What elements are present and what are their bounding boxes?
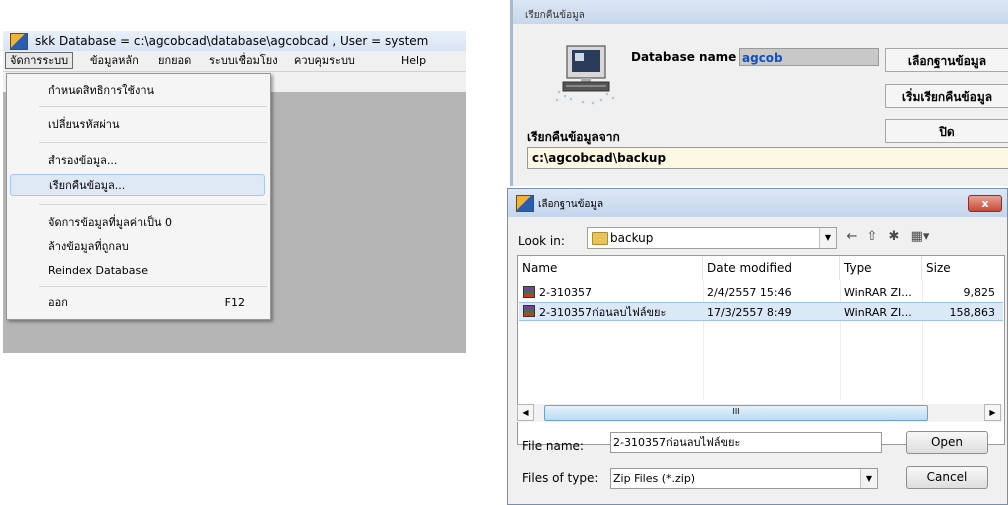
main-title-bar: skk Database = c:\agcobcad\database\agco… [3,31,466,51]
file-type: WinRAR ZI... [844,286,912,299]
menu-carry-forward[interactable]: ยกยอด [154,53,195,68]
dialog-title: เลือกฐานข้อมูล [538,199,604,210]
main-window-title: skk Database = c:\agcobcad\database\agco… [35,34,429,48]
dialog-close-button[interactable]: x [968,195,1002,212]
file-name: 2-310357 [539,286,592,299]
database-name-field: agcob [739,48,879,66]
file-type: WinRAR ZI... [844,306,912,319]
menu-item-label: Reindex Database [48,264,148,277]
menu-item-change-password[interactable]: เปลี่ยนรหัสผ่าน [10,114,265,136]
file-date: 17/3/2557 8:49 [707,306,792,319]
folder-icon [592,232,608,245]
start-restore-button[interactable]: เริ่มเรียกคืนข้อมูล [885,84,1008,108]
select-database-dialog: เลือกฐานข้อมูล x Look in: backup ▼ ← ⇧ ✱… [507,188,1008,505]
menu-item-label: สำรองข้อมูล... [48,154,118,167]
main-menu-bar: จัดการระบบ ข้อมูลหลัก ยกยอด ระบบเชื่อมโย… [3,51,466,72]
close-button[interactable]: ปิด [885,119,1008,143]
menu-separator [39,204,267,205]
menu-separator [39,286,267,287]
scroll-left-icon[interactable]: ◀ [517,404,534,421]
restore-title-bar: เรียกคืนข้อมูล [513,0,1008,24]
menu-system-control[interactable]: ควบคุมระบบ [290,53,359,68]
menu-item-label: ออก [48,296,68,309]
menu-item-label: จัดการข้อมูลที่มูลค่าเป็น 0 [48,216,172,229]
computer-icon [555,45,615,105]
cancel-button[interactable]: Cancel [906,466,988,489]
menu-master-data[interactable]: ข้อมูลหลัก [86,53,143,68]
restore-window-title: เรียกคืนข้อมูล [525,10,585,21]
file-name: 2-310357ก่อนลบไฟล์ขยะ [539,306,667,319]
menu-item-zero-value[interactable]: จัดการข้อมูลที่มูลค่าเป็น 0 [10,212,265,234]
file-type-label: Files of type: [522,471,599,485]
menu-item-shortcut: F12 [224,296,245,309]
winrar-file-icon [523,305,535,317]
up-folder-icon[interactable]: ⇧ [864,229,880,245]
menu-item-exit[interactable]: ออก F12 [10,292,265,314]
column-header-name[interactable]: Name [518,256,703,280]
new-folder-icon[interactable]: ✱ [886,229,902,245]
menu-item-permissions[interactable]: กำหนดสิทธิการใช้งาน [10,80,265,102]
app-icon [516,195,534,212]
look-in-label: Look in: [518,234,565,248]
file-size: 9,825 [963,286,996,299]
look-in-dropdown[interactable]: backup ▼ [587,227,837,249]
scroll-right-icon[interactable]: ▶ [984,404,1001,421]
chevron-down-icon[interactable]: ▼ [860,469,877,488]
column-header-date[interactable]: Date modified [703,256,840,280]
file-type-value: Zip Files (*.zip) [613,472,696,485]
file-row-selected[interactable]: 2-310357ก่อนลบไฟล์ขยะ 17/3/2557 8:49 Win… [519,302,1003,321]
menu-system[interactable]: จัดการระบบ [5,52,74,69]
menu-integration[interactable]: ระบบเชื่อมโยง [205,53,282,68]
file-name-label: File name: [522,439,584,453]
app-icon [10,33,28,50]
horizontal-scrollbar[interactable]: ◀ III ▶ [517,404,1003,422]
menu-separator [39,142,267,143]
column-header-type[interactable]: Type [840,256,922,280]
scrollbar-thumb[interactable]: III [544,405,928,421]
menu-item-label: เรียกคืนข้อมูล... [49,179,126,192]
restore-from-path-field[interactable]: c:\agcobcad\backup [527,147,1008,169]
menu-item-label: กำหนดสิทธิการใช้งาน [48,84,155,97]
winrar-file-icon [523,286,535,298]
select-database-button[interactable]: เลือกฐานข้อมูล [885,48,1008,72]
chevron-down-icon[interactable]: ▼ [819,228,836,248]
file-row[interactable]: 2-310357 2/4/2557 15:46 WinRAR ZI... 9,8… [519,283,1003,302]
open-button[interactable]: Open [906,431,988,454]
view-menu-icon[interactable]: ▦▾ [908,229,932,245]
database-name-label: Database name : [631,50,746,64]
restore-window: เรียกคืนข้อมูล Database name : agcob เลื… [510,0,1008,186]
column-header-size[interactable]: Size [922,256,1004,280]
look-in-value: backup [610,231,654,245]
file-size: 158,863 [949,306,996,319]
menu-help[interactable]: Help [397,53,430,68]
file-type-dropdown[interactable]: Zip Files (*.zip) ▼ [610,468,878,489]
main-app-window: skk Database = c:\agcobcad\database\agco… [3,31,466,353]
file-date: 2/4/2557 15:46 [707,286,792,299]
menu-item-reindex[interactable]: Reindex Database [10,260,265,282]
menu-separator [39,106,267,107]
menu-item-purge-deleted[interactable]: ล้างข้อมูลที่ถูกลบ [10,236,265,258]
system-dropdown-menu: กำหนดสิทธิการใช้งาน เปลี่ยนรหัสผ่าน สำรอ… [6,73,271,320]
menu-item-label: ล้างข้อมูลที่ถูกลบ [48,240,129,253]
menu-item-label: เปลี่ยนรหัสผ่าน [48,118,120,131]
restore-from-label: เรียกคืนข้อมูลจาก [527,130,620,144]
menu-item-backup[interactable]: สำรองข้อมูล... [10,150,265,172]
dialog-title-bar: เลือกฐานข้อมูล x [508,189,1007,217]
back-arrow-icon[interactable]: ← [844,229,860,245]
menu-item-restore[interactable]: เรียกคืนข้อมูล... [10,174,265,196]
file-name-input[interactable]: 2-310357ก่อนลบไฟล์ขยะ [610,432,882,453]
